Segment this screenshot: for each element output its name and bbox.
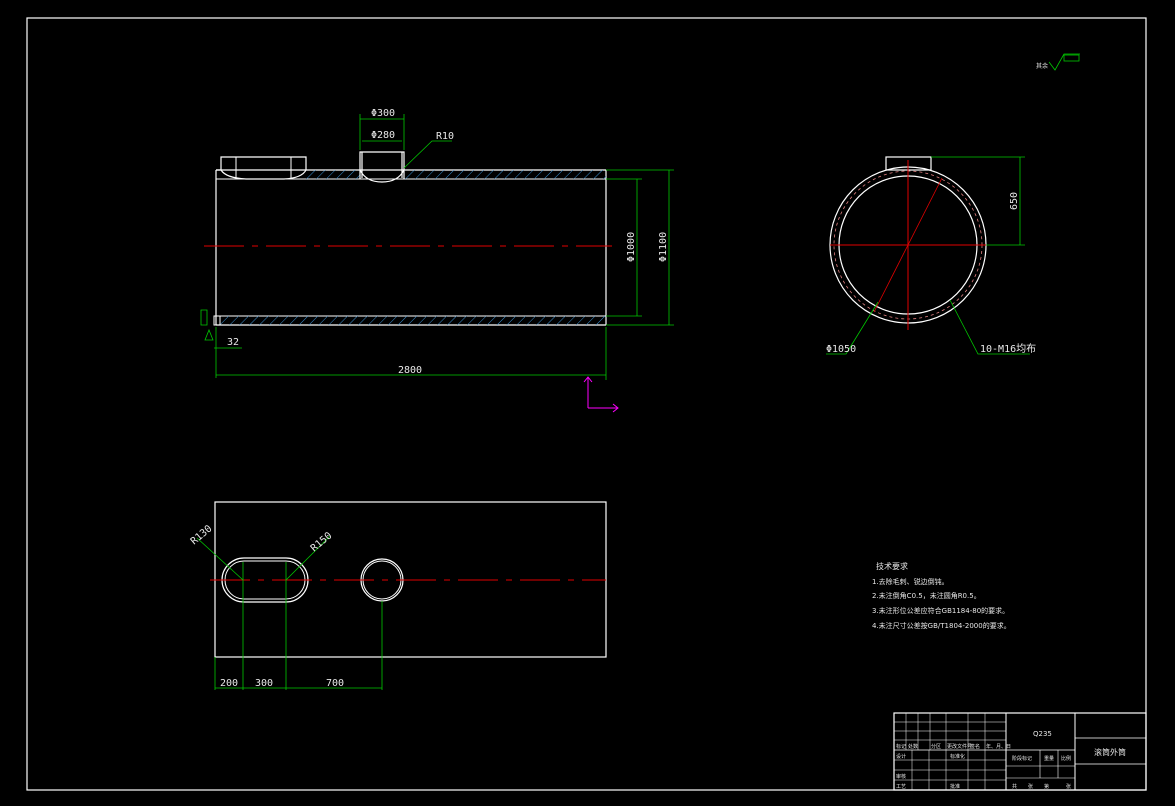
tb-label-review: 审核 (896, 773, 906, 780)
side-view (829, 156, 987, 330)
dim-2800: 2800 (398, 365, 422, 376)
main-view-dimensions (200, 114, 674, 380)
tb-label-change: 更改文件号 (947, 743, 972, 750)
lower-wall-hatch (219, 316, 606, 325)
tb-label-mark: 标记 (896, 743, 906, 750)
drawing-border (26, 17, 1147, 791)
notes-item-2: 2.未注倒角C0.5，未注圆角R0.5。 (872, 591, 981, 600)
tb-label-sign: 签名 (970, 743, 980, 750)
tb-label-process: 工艺 (896, 784, 906, 790)
tb-label-zone: 分区 (931, 743, 941, 750)
tb-label-count: 处数 (908, 743, 918, 750)
notes-item-3: 3.未注形位公差应符合GB1184-80的要求。 (872, 606, 1009, 615)
developed-view (210, 501, 607, 658)
upper-wall-hatch-right (404, 170, 606, 179)
dim-r150: R150 (309, 530, 335, 554)
dim-phi1100: Φ1100 (658, 232, 669, 262)
roughness-label: 其余 (1036, 62, 1048, 70)
dim-holes: 10-M16均布 (980, 343, 1036, 355)
developed-view-dimensions (196, 535, 383, 690)
dim-phi1000: Φ1000 (626, 232, 637, 262)
upper-wall-hatch-left (306, 170, 360, 179)
dim-r10: R10 (436, 131, 454, 142)
tb-sheet-total-unit: 张 (1028, 783, 1033, 790)
top-boss-right (359, 151, 405, 183)
dim-300: 300 (255, 678, 273, 689)
notes-item-1: 1.去除毛刺、锐边倒钝。 (872, 577, 949, 586)
notes-heading: 技术要求 (876, 561, 908, 571)
main-view (204, 151, 612, 326)
dim-650: 650 (1009, 192, 1020, 210)
tb-label-scale: 比例 (1061, 755, 1071, 762)
tb-label-stage: 阶段标记 (1012, 755, 1032, 762)
tb-label-standardize: 标准化 (950, 753, 965, 760)
top-boss-left (216, 156, 307, 180)
tb-label-approve: 批准 (950, 783, 960, 790)
dim-phi1050: Φ1050 (826, 344, 856, 355)
ucs-icon (583, 376, 619, 413)
dim-700: 700 (326, 678, 344, 689)
notes-item-4: 4.未注尺寸公差按GB/T1804-2000的要求。 (872, 621, 1011, 630)
tb-sheet-total: 共 (1012, 783, 1017, 790)
dim-r130: R130 (189, 523, 215, 547)
roughness-symbol (1048, 53, 1080, 71)
tb-label-design: 设计 (896, 753, 906, 760)
dim-phi280: Φ280 (371, 130, 395, 141)
tb-sheet-no: 第 (1044, 783, 1049, 790)
cad-drawing-canvas: Φ300 Φ280 R10 Φ1000 Φ1100 32 2800 650 Φ1… (26, 17, 1147, 791)
dim-32: 32 (227, 337, 239, 348)
dim-200: 200 (220, 678, 238, 689)
dim-phi300: Φ300 (371, 108, 395, 119)
tb-sheet-no-unit: 张 (1066, 783, 1071, 790)
tb-label-weight: 重量 (1044, 755, 1054, 762)
title-block-part-name: 滚筒外筒 (1094, 747, 1126, 757)
tb-label-date: 年、月、日 (986, 743, 1011, 750)
title-block-material: Q235 (1033, 730, 1052, 738)
